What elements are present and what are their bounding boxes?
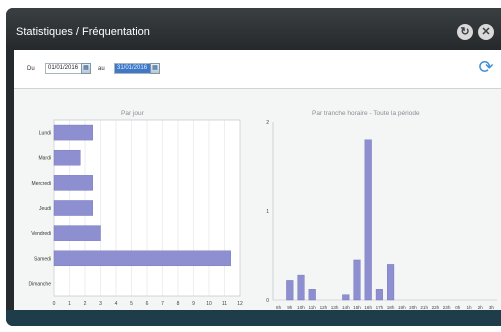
x-tick-label: 1 bbox=[68, 301, 71, 307]
x-tick-label: 5 bbox=[130, 301, 133, 307]
to-label: au bbox=[98, 66, 105, 72]
x-tick-label: 3 bbox=[99, 301, 102, 307]
x-tick-label: 10 bbox=[206, 301, 212, 307]
window-title: Statistiques / Fréquentation bbox=[16, 26, 150, 38]
y-category-label: Lundi bbox=[39, 131, 51, 137]
calendar-icon[interactable]: ▦ bbox=[81, 63, 91, 74]
x-tick-label: 7 bbox=[161, 301, 164, 307]
chart-par-tranche-horaire: 0128h 9h 10h 11h 12h 13h 14h 15h 16h 17h 18h 19h 20h… bbox=[266, 120, 497, 310]
y-category-label: Samedi bbox=[34, 256, 51, 262]
y-tick-label: 1 bbox=[266, 209, 269, 215]
bar bbox=[342, 294, 350, 301]
x-tick-label: 0 bbox=[53, 301, 56, 307]
y-category-label: Vendredi bbox=[31, 231, 51, 237]
bar bbox=[53, 200, 93, 216]
y-category-label: Mardi bbox=[38, 156, 51, 162]
main-content: Du 01/01/2016 ▦ au 31/01/2016 ▦ ⟳ Par jo… bbox=[14, 50, 501, 310]
y-category-label: Dimanche bbox=[28, 281, 51, 287]
bar bbox=[53, 250, 231, 267]
from-date-input[interactable]: 01/01/2016 bbox=[45, 63, 82, 74]
x-tick-label: 9 bbox=[192, 301, 195, 307]
x-tick-label: 8 bbox=[177, 301, 180, 307]
x-tick-label: 12 bbox=[237, 301, 243, 307]
bar bbox=[53, 175, 93, 191]
bar bbox=[308, 289, 316, 301]
x-tick-label: 6 bbox=[146, 301, 149, 307]
bar bbox=[297, 274, 305, 301]
y-category-label: Jeudi bbox=[39, 206, 51, 212]
y-tick-label: 0 bbox=[266, 298, 269, 304]
from-label: Du bbox=[27, 66, 35, 72]
bar bbox=[353, 259, 361, 301]
refresh-icon[interactable]: ⟳ bbox=[476, 57, 496, 77]
chart-par-jour: 0 1 2 3 4 5 6 7 8 9 10 11 12LundiMardiMercrediJeudiV… bbox=[28, 119, 243, 307]
bar bbox=[286, 280, 294, 301]
bar bbox=[53, 225, 101, 241]
x-tick-label: 11 bbox=[222, 301, 227, 307]
bar bbox=[375, 289, 383, 301]
bar bbox=[53, 149, 81, 166]
close-icon[interactable]: ✕ bbox=[478, 24, 494, 40]
bar bbox=[387, 264, 395, 301]
y-category-label: Mercredi bbox=[32, 181, 51, 187]
x-tick-label: 2 bbox=[84, 301, 87, 307]
window-bottom-bar bbox=[6, 310, 501, 326]
calendar-icon[interactable]: ▦ bbox=[150, 63, 160, 74]
bar bbox=[364, 139, 372, 301]
to-date-input[interactable]: 31/01/2016 bbox=[114, 63, 151, 74]
restore-icon[interactable]: ↻ bbox=[457, 24, 473, 40]
x-tick-label: 4 bbox=[115, 301, 118, 307]
bar bbox=[53, 124, 93, 141]
y-tick-label: 2 bbox=[266, 120, 269, 126]
